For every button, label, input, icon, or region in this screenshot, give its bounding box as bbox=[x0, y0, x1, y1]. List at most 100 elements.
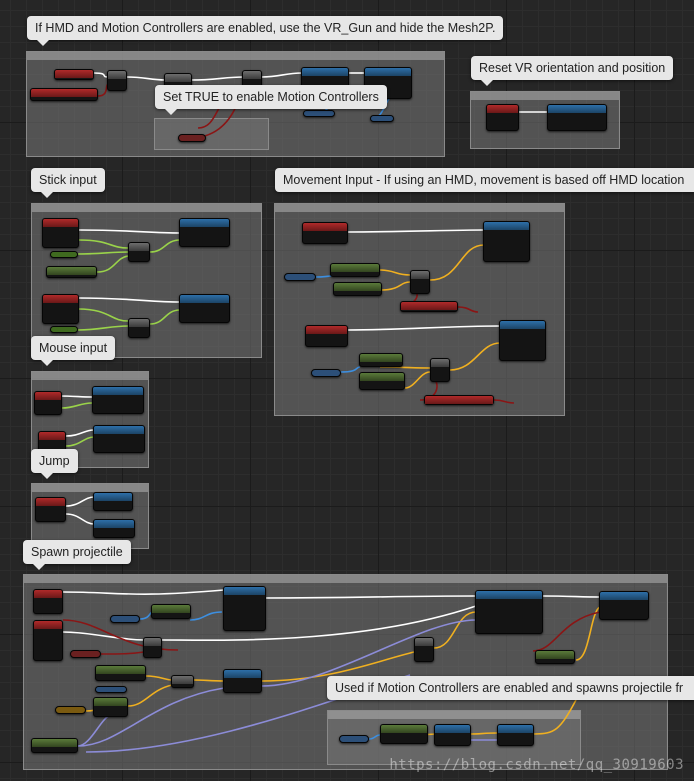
branch-node-1[interactable] bbox=[107, 70, 127, 91]
branch-node-spawn[interactable] bbox=[143, 637, 162, 658]
get-actor-forward-vector-node[interactable] bbox=[333, 282, 382, 296]
mesh-variable-node[interactable] bbox=[95, 686, 127, 693]
comment-bubble-set-true[interactable]: Set TRUE to enable Motion Controllers bbox=[155, 85, 387, 115]
multiply-node-1[interactable] bbox=[128, 242, 150, 262]
is-hmd-enabled-node[interactable] bbox=[30, 88, 98, 101]
watermark: https://blog.csdn.net/qq_30919603 bbox=[389, 757, 684, 773]
gun-offset-variable-node[interactable] bbox=[55, 706, 86, 714]
add-controller-yaw-mouse-node[interactable] bbox=[92, 386, 144, 414]
node-header bbox=[165, 74, 191, 82]
input-axis-turn-node[interactable] bbox=[42, 218, 79, 248]
input-axis-moveright-node[interactable] bbox=[305, 325, 348, 347]
use-controllers-variable-node-2[interactable] bbox=[70, 650, 101, 658]
get-world-location-mc-node[interactable] bbox=[380, 724, 428, 744]
input-axis-moveforward-node[interactable] bbox=[302, 222, 348, 244]
get-control-rotation-node[interactable] bbox=[31, 738, 78, 753]
get-actor-location-node[interactable] bbox=[535, 650, 575, 664]
vr-gun-variable-node[interactable] bbox=[303, 110, 335, 117]
input-action-jump-node[interactable] bbox=[35, 497, 66, 522]
node-header bbox=[401, 302, 457, 310]
select-vector-node-1[interactable] bbox=[410, 270, 430, 294]
input-axis-turn-mouse-node[interactable] bbox=[34, 391, 62, 415]
reset-orientation-node[interactable] bbox=[547, 104, 607, 131]
node-header bbox=[96, 666, 145, 674]
player-controller-variable-node[interactable] bbox=[110, 615, 140, 623]
play-sound-at-location-node[interactable] bbox=[599, 591, 649, 620]
montage-play-node[interactable] bbox=[223, 586, 266, 631]
comment-bubble-hmd[interactable]: If HMD and Motion Controllers are enable… bbox=[27, 16, 504, 46]
get-right-vector-node[interactable] bbox=[359, 353, 403, 367]
node-header bbox=[152, 605, 190, 613]
turn-rate-variable-node[interactable] bbox=[50, 251, 78, 258]
spawn-actor-node[interactable] bbox=[475, 590, 543, 634]
get-forward-vector-node[interactable] bbox=[330, 263, 380, 277]
make-transform-mc-node[interactable] bbox=[434, 724, 471, 746]
node-header bbox=[306, 326, 347, 334]
motion-controller-variable-node[interactable] bbox=[339, 735, 369, 743]
select-vector-node-3[interactable] bbox=[414, 637, 434, 662]
input-touch-node[interactable] bbox=[33, 620, 63, 661]
node-header bbox=[180, 295, 229, 303]
node-header bbox=[172, 676, 193, 684]
camera-variable-node-2[interactable] bbox=[311, 369, 341, 377]
add-movement-input-node-1[interactable] bbox=[483, 221, 530, 262]
begin-play-node[interactable] bbox=[54, 69, 94, 80]
reset-vr-input-node[interactable] bbox=[486, 104, 519, 131]
node-header bbox=[302, 68, 348, 76]
comment-bubble-spawn[interactable]: Spawn projectile bbox=[23, 540, 131, 570]
node-header bbox=[435, 725, 470, 733]
node-header bbox=[34, 590, 62, 598]
multiply-node-2[interactable] bbox=[128, 318, 150, 338]
node-header bbox=[32, 739, 77, 747]
is-hmd-enabled-node-2[interactable] bbox=[400, 301, 458, 312]
node-header bbox=[360, 354, 402, 362]
input-axis-lookup-node[interactable] bbox=[42, 294, 79, 324]
get-world-delta-seconds-node[interactable] bbox=[46, 266, 97, 278]
get-instance-node[interactable] bbox=[151, 604, 191, 619]
node-header bbox=[224, 587, 265, 595]
comment-bubble-jump[interactable]: Jump bbox=[31, 449, 78, 479]
rotate-vector-node[interactable] bbox=[93, 697, 128, 717]
comment-bubble-used-if[interactable]: Used if Motion Controllers are enabled a… bbox=[327, 676, 694, 700]
comment-bubble-stick[interactable]: Stick input bbox=[31, 168, 105, 198]
node-header bbox=[94, 493, 132, 501]
get-actor-right-vector-node[interactable] bbox=[359, 372, 405, 390]
add-movement-input-node-2[interactable] bbox=[499, 320, 546, 361]
node-header bbox=[108, 71, 126, 79]
mesh2p-variable-node[interactable] bbox=[370, 115, 394, 122]
select-vector-node-2[interactable] bbox=[430, 358, 450, 382]
make-transform-mc-node-2[interactable] bbox=[497, 724, 534, 746]
node-header bbox=[476, 591, 542, 599]
add-controller-yaw-node[interactable] bbox=[179, 218, 230, 247]
camera-variable-node-1[interactable] bbox=[284, 273, 316, 281]
node-header bbox=[43, 295, 78, 303]
node-header bbox=[129, 319, 149, 327]
comment-bubble-mouse[interactable]: Mouse input bbox=[31, 336, 116, 366]
add-vector-node[interactable] bbox=[171, 675, 194, 688]
node-header bbox=[381, 725, 427, 733]
make-transform-node[interactable] bbox=[223, 669, 262, 693]
get-world-location-node[interactable] bbox=[95, 665, 146, 681]
node-header bbox=[536, 651, 574, 659]
node-header bbox=[93, 387, 143, 395]
node-header bbox=[365, 68, 411, 76]
node-header bbox=[129, 243, 149, 251]
node-header bbox=[600, 592, 648, 600]
comment-bubble-reset-vr[interactable]: Reset VR orientation and position bbox=[471, 56, 674, 86]
add-controller-pitch-mouse-node[interactable] bbox=[93, 425, 145, 453]
node-header bbox=[39, 432, 65, 440]
input-action-fire-node[interactable] bbox=[33, 589, 63, 614]
node-header bbox=[334, 283, 381, 291]
node-header bbox=[94, 698, 127, 706]
is-hmd-enabled-node-3[interactable] bbox=[424, 395, 494, 405]
node-header bbox=[224, 670, 261, 678]
use-controllers-variable-node[interactable] bbox=[178, 134, 206, 142]
node-header bbox=[180, 219, 229, 227]
comment-bubble-movement[interactable]: Movement Input - If using an HMD, moveme… bbox=[275, 168, 694, 192]
node-header bbox=[144, 638, 161, 646]
jump-function-node[interactable] bbox=[93, 492, 133, 511]
lookup-rate-variable-node[interactable] bbox=[50, 326, 78, 333]
node-header bbox=[484, 222, 529, 230]
stop-jumping-node[interactable] bbox=[93, 519, 135, 538]
add-controller-pitch-node[interactable] bbox=[179, 294, 230, 323]
